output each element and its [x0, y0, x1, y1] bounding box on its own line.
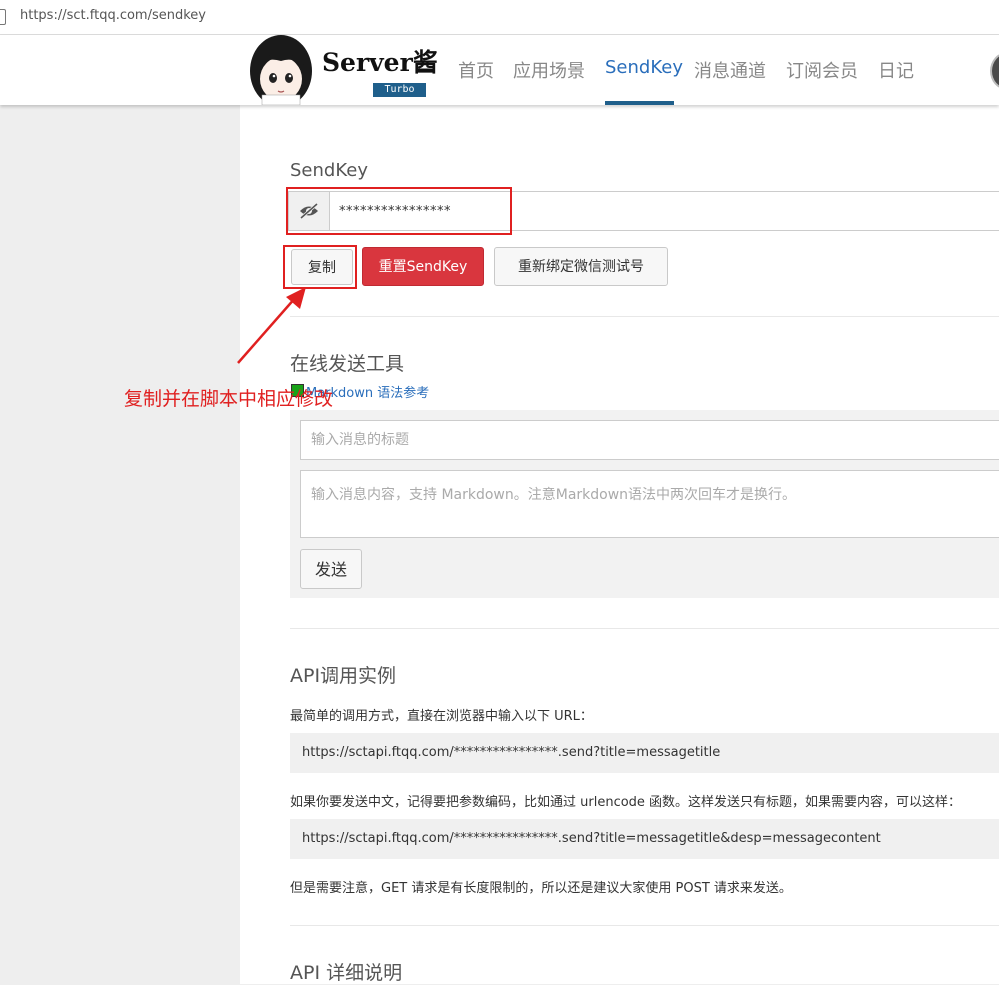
nav-item-diary[interactable]: 日记 — [878, 57, 914, 83]
address-url[interactable]: https://sct.ftqq.com/sendkey — [20, 8, 206, 23]
reset-sendkey-button[interactable]: 重置SendKey — [362, 247, 484, 286]
brand-title[interactable]: Server酱 — [322, 43, 438, 79]
active-tab-indicator — [605, 101, 674, 105]
rebind-wechat-button[interactable]: 重新绑定微信测试号 — [494, 247, 668, 286]
annotation-text: 复制并在脚本中相应修改 — [124, 388, 334, 410]
highlight-box-sendkey — [286, 187, 512, 235]
page-icon — [0, 9, 6, 25]
divider — [290, 628, 999, 629]
divider — [290, 316, 999, 317]
nav-item-sendkey[interactable]: SendKey — [605, 57, 683, 78]
api-post-note: 但是需要注意，GET 请求是有长度限制的，所以还是建议大家使用 POST 请求来… — [290, 881, 792, 896]
api-url-with-content: https://sctapi.ftqq.com/****************… — [290, 819, 999, 859]
top-navbar: Server酱 Turbo 首页 应用场景 SendKey 消息通道 订阅会员 … — [0, 35, 999, 105]
browser-address-bar[interactable]: https://sct.ftqq.com/sendkey — [0, 0, 999, 35]
sendkey-label: SendKey — [290, 160, 368, 181]
nav-item-membership[interactable]: 订阅会员 — [786, 57, 858, 83]
message-title-input[interactable]: 输入消息的标题 — [300, 420, 999, 460]
api-example-title: API调用实例 — [290, 665, 397, 687]
brand-badge: Turbo — [373, 83, 426, 97]
main-content: SendKey **************** 复制 重置SendKey 重新… — [240, 105, 999, 984]
send-button[interactable]: 发送 — [300, 549, 362, 589]
annotation-arrow — [237, 287, 306, 364]
api-encoding-note: 如果你要发送中文，记得要把参数编码，比如通过 urlencode 函数。这样发送… — [290, 795, 962, 810]
api-intro-text: 最简单的调用方式，直接在浏览器中输入以下 URL： — [290, 709, 593, 724]
online-tool-panel: 输入消息的标题 输入消息内容，支持 Markdown。注意Markdown语法中… — [290, 410, 999, 598]
avatar[interactable] — [990, 52, 999, 90]
nav-item-home[interactable]: 首页 — [458, 57, 494, 83]
nav-item-scenarios[interactable]: 应用场景 — [513, 57, 585, 83]
mascot-logo[interactable] — [248, 35, 314, 105]
api-detail-title: API 详细说明 — [290, 962, 403, 984]
highlight-box-copy — [283, 245, 357, 289]
message-content-input[interactable]: 输入消息内容，支持 Markdown。注意Markdown语法中两次回车才是换行… — [300, 470, 999, 538]
api-url-simple: https://sctapi.ftqq.com/****************… — [290, 733, 999, 773]
divider — [290, 925, 999, 926]
nav-item-channels[interactable]: 消息通道 — [694, 57, 766, 83]
